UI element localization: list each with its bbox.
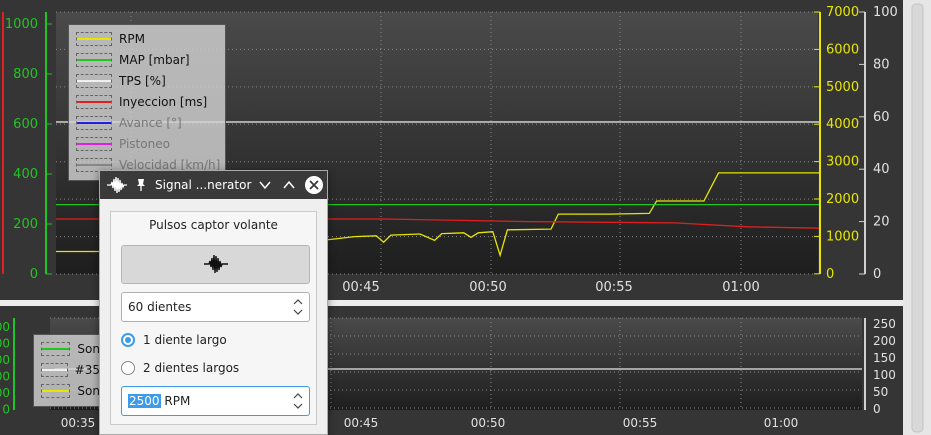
legend-label: RPM <box>119 31 145 46</box>
spin-arrows-icon[interactable] <box>291 389 305 413</box>
legend-swatch <box>76 115 112 130</box>
legend-swatch <box>76 136 112 151</box>
scrollbar-track[interactable] <box>911 3 924 433</box>
rpm-axis-tick: 2000 <box>826 192 859 207</box>
panel-title: Pulsos captor volante <box>149 218 278 232</box>
chevron-down-icon[interactable] <box>259 180 271 190</box>
bottom-left-tick: 00 <box>0 320 10 334</box>
rpm-axis-tick: 0 <box>826 267 834 282</box>
time-tick: 00:50 <box>469 280 506 295</box>
legend-label: #35 <box>74 362 100 377</box>
pct-axis-tick: 100 <box>873 5 898 20</box>
radio-two-long-teeth[interactable]: 2 dientes largos <box>121 358 239 378</box>
bottom-right-tick: 100 <box>873 368 896 382</box>
rpm-axis-tick: 4000 <box>826 117 859 132</box>
legend-label: TPS [%] <box>119 73 166 88</box>
radio-one-long-tooth-label: 1 diente largo <box>143 333 227 347</box>
waveform-icon <box>107 176 127 194</box>
legend-label: Inyeccion [ms] <box>119 94 208 109</box>
dialog-titlebar[interactable]: Signal ...nerator <box>100 171 327 199</box>
legend-swatch <box>76 94 112 109</box>
left-axis-tick: 0 <box>30 267 38 282</box>
pulse-settings-panel: Pulsos captor volante 60 dientes 1 dient… <box>110 211 317 425</box>
rpm-value: 2500 <box>128 394 161 408</box>
bottom-time-tick: 00:50 <box>471 416 506 430</box>
legend-label: Son <box>77 341 100 356</box>
legend-label: Pistoneo <box>119 136 170 151</box>
legend-entry[interactable]: MAP [mbar] <box>69 49 225 70</box>
signal-generator-dialog: Signal ...nerator Pulsos captor volante … <box>99 170 328 435</box>
legend-swatch <box>41 383 71 398</box>
radio-two-long-teeth-label: 2 dientes largos <box>143 361 240 375</box>
bottom-time-tick: 00:55 <box>623 416 658 430</box>
legend-label: Son <box>77 383 100 398</box>
bottom-time-tick: 00:35 <box>61 416 96 430</box>
pct-axis-tick: 60 <box>873 110 890 125</box>
legend-swatch <box>76 31 112 46</box>
legend-entry[interactable]: Son <box>34 380 100 401</box>
spin-arrows-icon[interactable] <box>291 295 305 319</box>
pct-axis-tick: 0 <box>873 267 881 282</box>
left-axis-tick: 600 <box>13 117 38 132</box>
time-tick: 01:00 <box>722 280 759 295</box>
waveform-icon <box>204 254 228 274</box>
rpm-axis-tick: 5000 <box>826 80 859 95</box>
legend-swatch <box>41 341 71 356</box>
radio-selected-icon[interactable] <box>121 333 135 347</box>
legend-entry[interactable]: Avance [°] <box>69 112 225 133</box>
rpm-axis-tick: 1000 <box>826 229 859 244</box>
legend-entry[interactable]: Inyeccion [ms] <box>69 91 225 112</box>
legend-label: MAP [mbar] <box>119 52 190 67</box>
teeth-count-spinbox[interactable]: 60 dientes <box>121 292 310 322</box>
legend-entry[interactable]: Son <box>34 338 100 359</box>
bottom-chart-legend: Son #35 Son <box>33 334 101 407</box>
pin-icon[interactable] <box>134 178 147 192</box>
bottom-left-tick: 0 <box>2 403 10 417</box>
bottom-right-tick: 200 <box>873 334 896 348</box>
radio-unselected-icon[interactable] <box>121 361 135 375</box>
left-axis-tick: 800 <box>13 67 38 82</box>
legend-entry[interactable]: #35 <box>34 359 100 380</box>
dialog-title: Signal ...nerator <box>155 178 252 192</box>
rpm-axis-tick: 3000 <box>826 155 859 170</box>
bottom-time-tick: 01:00 <box>764 416 799 430</box>
legend-swatch <box>76 52 112 67</box>
pct-axis-tick: 20 <box>873 215 890 230</box>
rpm-spinbox[interactable]: 2500 RPM <box>121 386 310 416</box>
chevron-up-icon[interactable] <box>283 180 295 190</box>
time-tick: 00:45 <box>342 280 379 295</box>
bottom-left-tick: 00 <box>0 386 10 400</box>
top-chart-legend: RPM MAP [mbar] TPS [%] Inyeccion [ms] Avance… <box>68 24 226 181</box>
pct-axis-tick: 40 <box>873 162 890 177</box>
bottom-right-tick: 150 <box>873 351 896 365</box>
bottom-right-tick: 250 <box>873 317 896 331</box>
left-axis-tick: 200 <box>13 217 38 232</box>
legend-swatch <box>41 362 68 377</box>
bottom-left-tick: 00 <box>0 370 10 384</box>
generate-signal-button[interactable] <box>121 245 310 284</box>
rpm-unit: RPM <box>164 394 191 408</box>
bottom-time-tick: 00:45 <box>344 416 379 430</box>
legend-entry[interactable]: RPM <box>69 28 225 49</box>
close-icon[interactable] <box>304 175 324 195</box>
teeth-count-value: 60 dientes <box>128 300 192 314</box>
bottom-left-tick: 00 <box>0 337 10 351</box>
rpm-axis-tick: 6000 <box>826 42 859 57</box>
bottom-right-tick: 0 <box>873 402 881 416</box>
legend-entry[interactable]: Pistoneo <box>69 133 225 154</box>
legend-entry[interactable]: TPS [%] <box>69 70 225 91</box>
left-axis-tick: 1000 <box>5 17 38 32</box>
rpm-axis-tick: 7000 <box>826 5 859 20</box>
bottom-left-tick: 00 <box>0 353 10 367</box>
left-axis-tick: 400 <box>13 167 38 182</box>
pct-axis-tick: 80 <box>873 57 890 72</box>
rpm-field-text: 2500 RPM <box>128 394 190 408</box>
radio-one-long-tooth[interactable]: 1 diente largo <box>121 330 227 350</box>
legend-swatch <box>76 73 112 88</box>
bottom-right-tick: 50 <box>873 385 888 399</box>
legend-label: Avance [°] <box>119 115 182 130</box>
time-tick: 00:55 <box>595 280 632 295</box>
